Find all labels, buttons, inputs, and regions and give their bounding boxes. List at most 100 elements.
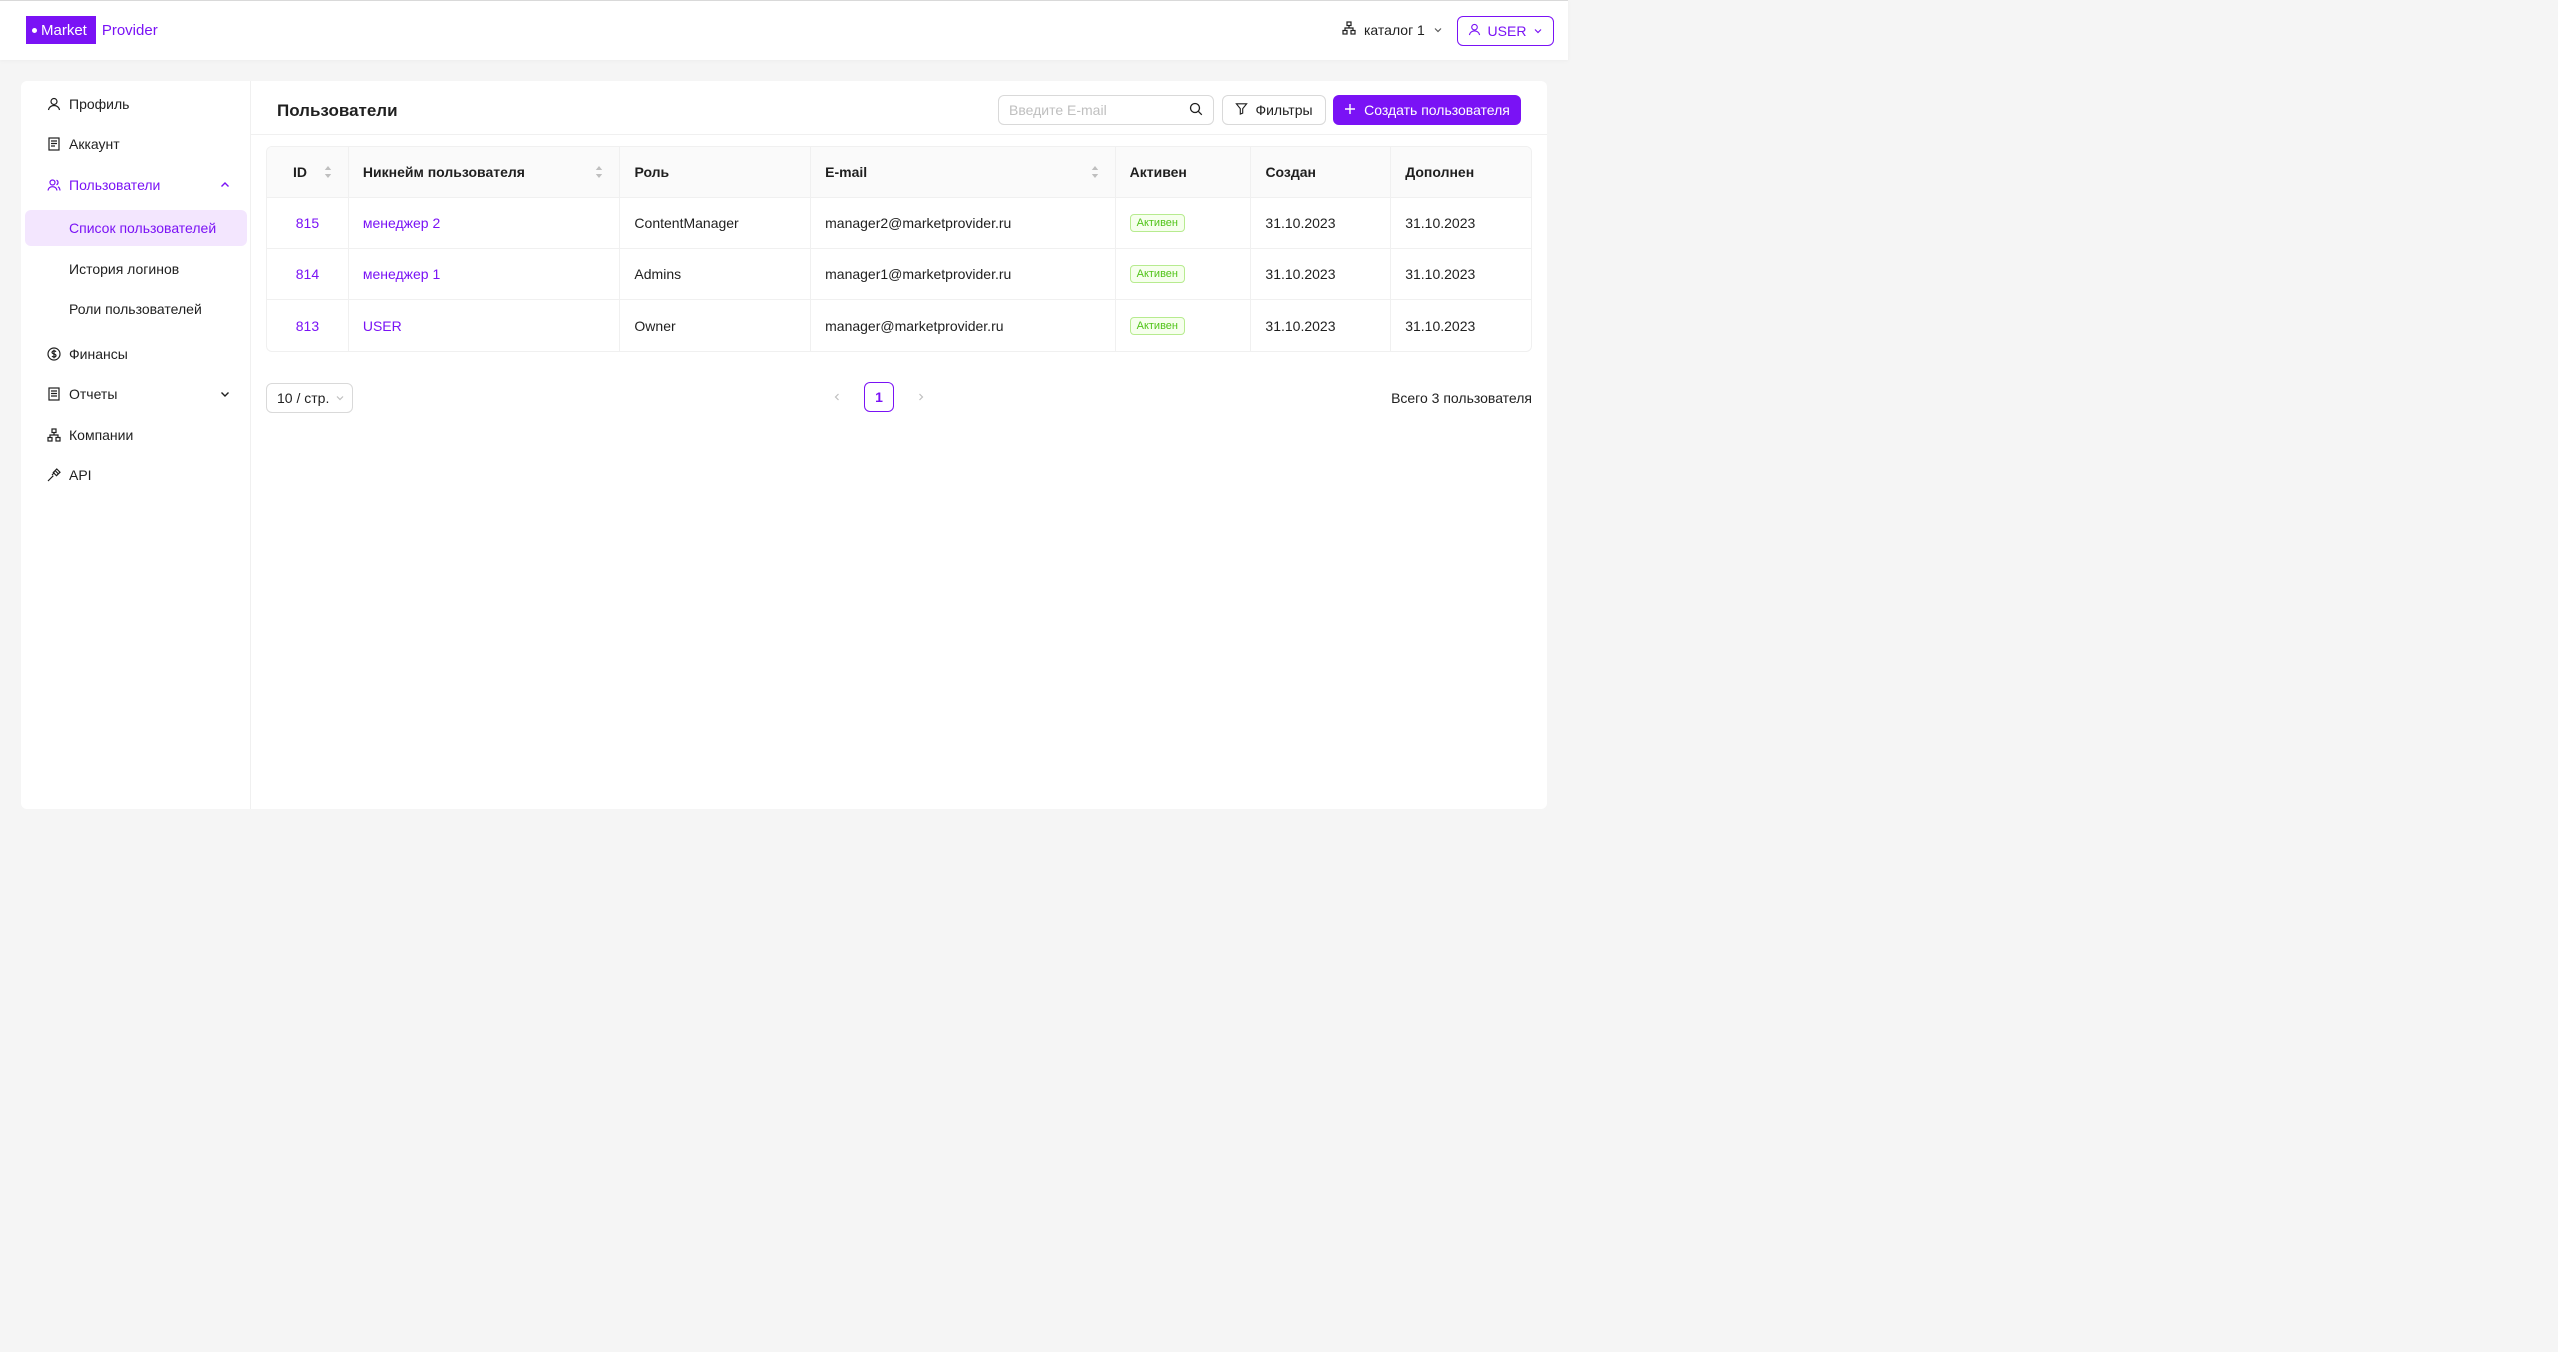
created-date: 31.10.2023 (1265, 266, 1336, 282)
filters-button[interactable]: Фильтры (1222, 95, 1326, 125)
email-search[interactable] (998, 95, 1214, 125)
plus-icon (1344, 102, 1356, 118)
user-role: ContentManager (634, 215, 739, 231)
sidebar-item-label: API (69, 467, 92, 483)
user-nickname-link[interactable]: менеджер 1 (363, 266, 440, 282)
divider (251, 134, 1547, 135)
user-nickname-link[interactable]: USER (363, 318, 402, 334)
sidebar: Профиль Аккаунт Пользователи Список поль… (21, 81, 251, 809)
sort-icon[interactable] (1091, 165, 1099, 179)
sidebar-subitem-user-roles[interactable]: Роли пользователей (25, 291, 247, 327)
page-number-button[interactable]: 1 (864, 382, 894, 412)
user-role: Admins (634, 266, 682, 282)
user-nickname-link[interactable]: менеджер 2 (363, 215, 440, 231)
sidebar-item-label: Профиль (69, 96, 130, 112)
sidebar-subitem-login-history[interactable]: История логинов (25, 251, 247, 287)
chevron-up-icon (219, 178, 231, 194)
user-menu-label: USER (1487, 23, 1527, 39)
chevron-down-icon (335, 390, 345, 406)
create-user-label: Создать пользователя (1364, 102, 1510, 118)
column-header-active: Активен (1116, 147, 1252, 197)
column-header-id[interactable]: ID (267, 147, 349, 197)
users-icon (47, 178, 61, 192)
next-page-button[interactable] (910, 382, 932, 412)
dollar-icon (47, 347, 61, 361)
table-row: 813 USER Owner manager@marketprovider.ru… (267, 300, 1531, 351)
sort-icon[interactable] (324, 165, 332, 179)
plug-icon (47, 468, 61, 482)
column-header-role: Роль (620, 147, 812, 197)
table-row: 814 менеджер 1 Admins manager1@marketpro… (267, 249, 1531, 300)
sidebar-item-label: Отчеты (69, 386, 118, 402)
sidebar-item-profile[interactable]: Профиль (21, 84, 251, 124)
sidebar-item-api[interactable]: API (21, 455, 251, 495)
added-date: 31.10.2023 (1405, 266, 1476, 282)
user-menu-button[interactable]: USER (1457, 16, 1554, 46)
prev-page-button[interactable] (826, 382, 848, 412)
created-date: 31.10.2023 (1265, 215, 1336, 231)
sidebar-item-label: Пользователи (69, 177, 161, 193)
sidebar-subitem-label: История логинов (69, 261, 180, 277)
column-header-email[interactable]: E-mail (811, 147, 1116, 197)
catalog-label: каталог 1 (1364, 21, 1425, 38)
created-date: 31.10.2023 (1265, 317, 1336, 334)
user-email: manager@marketprovider.ru (825, 317, 1004, 334)
hierarchy-icon (47, 428, 61, 442)
users-table: ID Никнейм пользователя Роль E-mail Акти… (266, 146, 1532, 352)
sidebar-item-finance[interactable]: Финансы (21, 334, 251, 374)
sidebar-subitem-user-list[interactable]: Список пользователей (25, 210, 247, 246)
main-content: Пользователи Фильтры Создать пользовател… (251, 81, 1547, 809)
page-size-label: 10 / стр. (277, 390, 330, 406)
user-icon (47, 97, 61, 111)
search-icon[interactable] (1189, 102, 1203, 119)
filters-label: Фильтры (1255, 102, 1313, 118)
table-row: 815 менеджер 2 ContentManager manager2@m… (267, 198, 1531, 249)
added-date: 31.10.2023 (1405, 215, 1476, 231)
user-id-link[interactable]: 814 (296, 266, 319, 282)
user-email: manager1@marketprovider.ru (825, 266, 1012, 282)
chevron-down-icon (1533, 23, 1543, 39)
logo[interactable]: Market Provider (26, 16, 158, 44)
column-header-nickname[interactable]: Никнейм пользователя (349, 147, 621, 197)
chevron-left-icon (834, 393, 839, 401)
sort-icon[interactable] (595, 165, 603, 179)
document-icon (47, 137, 61, 151)
sidebar-item-companies[interactable]: Компании (21, 415, 251, 455)
chevron-down-icon (1433, 22, 1443, 38)
filter-icon (1235, 102, 1249, 118)
status-badge: Активен (1129, 265, 1185, 283)
sidebar-item-users[interactable]: Пользователи (21, 165, 251, 205)
sidebar-item-account[interactable]: Аккаунт (21, 124, 251, 164)
catalog-selector[interactable]: каталог 1 (1342, 21, 1443, 38)
chevron-right-icon (919, 393, 924, 401)
logo-provider-text: Provider (101, 21, 158, 39)
logo-market-text: Market (41, 21, 87, 39)
report-icon (47, 387, 61, 401)
status-badge: Активен (1129, 214, 1185, 232)
user-icon (1468, 23, 1481, 39)
sidebar-item-label: Аккаунт (69, 136, 120, 152)
page-size-select[interactable]: 10 / стр. (266, 383, 353, 413)
column-header-added: Дополнен (1405, 164, 1475, 180)
user-email: manager2@marketprovider.ru (825, 215, 1012, 231)
sidebar-subitem-label: Роли пользователей (69, 301, 202, 317)
sidebar-subitem-label: Список пользователей (69, 220, 217, 236)
user-id-link[interactable]: 813 (296, 318, 319, 334)
page-title: Пользователи (277, 101, 398, 120)
pagination: 1 (826, 382, 932, 412)
user-id-link[interactable]: 815 (296, 215, 319, 231)
table-header-row: ID Никнейм пользователя Роль E-mail Акти… (267, 147, 1531, 198)
top-header: Market Provider каталог 1 USER (0, 0, 1568, 60)
sidebar-item-label: Финансы (69, 346, 128, 362)
column-header-created: Создан (1251, 147, 1392, 197)
hierarchy-icon (1342, 21, 1356, 38)
logo-dot (32, 27, 37, 33)
sidebar-item-reports[interactable]: Отчеты (21, 374, 251, 414)
search-input[interactable] (1009, 102, 1189, 118)
sidebar-item-label: Компании (69, 427, 134, 443)
added-date: 31.10.2023 (1405, 317, 1476, 334)
total-count: Всего 3 пользователя (1391, 390, 1532, 406)
chevron-down-icon (219, 387, 231, 403)
user-role: Owner (634, 317, 676, 334)
create-user-button[interactable]: Создать пользователя (1333, 95, 1521, 125)
